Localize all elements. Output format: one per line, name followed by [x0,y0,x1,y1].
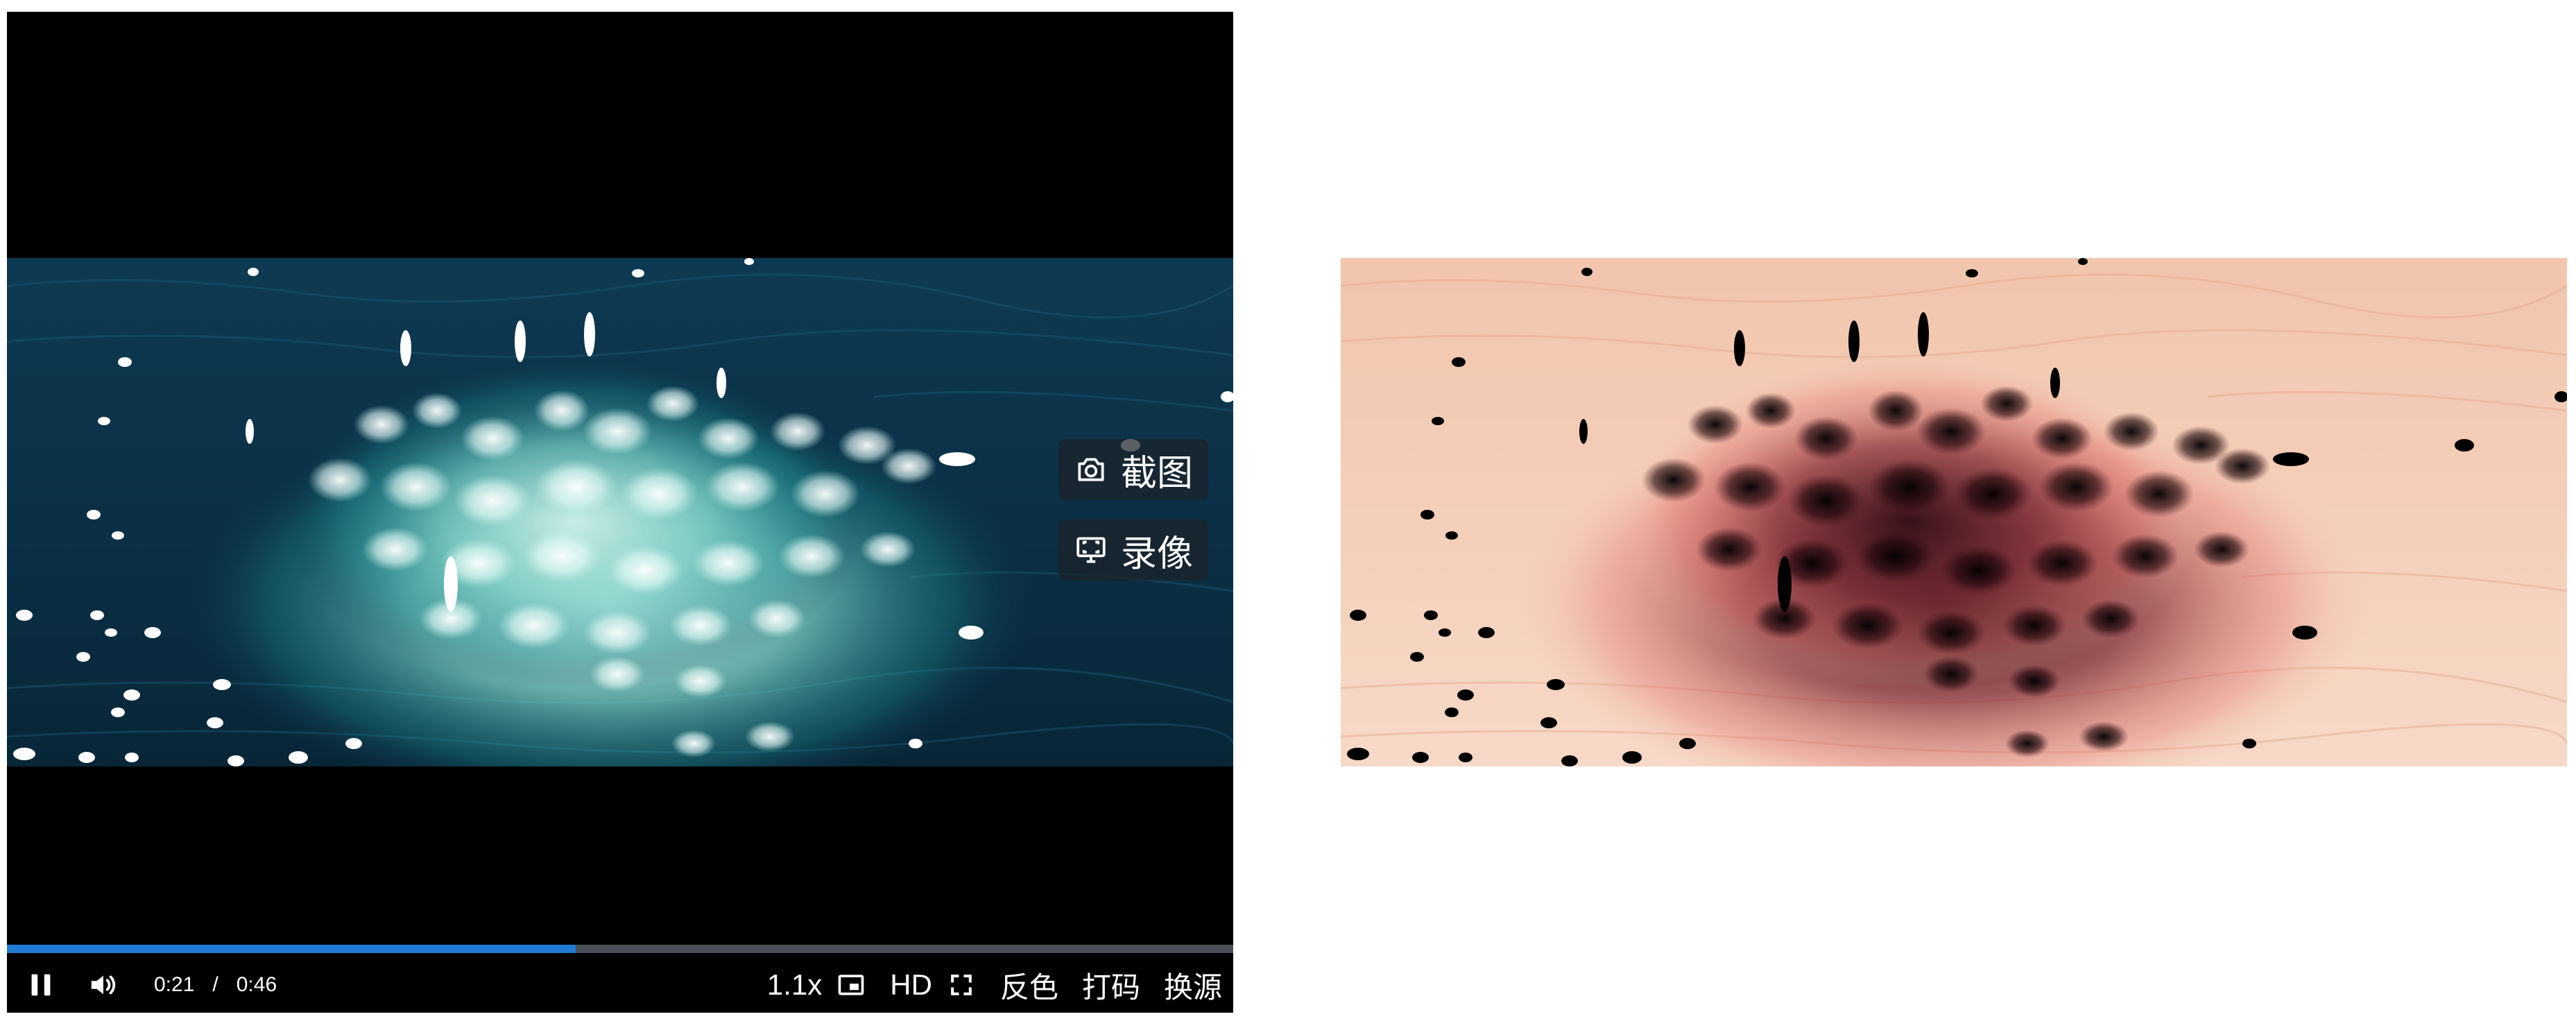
progress-bar[interactable] [7,945,1233,953]
inverted-video-image [1341,258,2567,766]
fullscreen-icon[interactable] [946,970,977,1000]
progress-fill [7,945,576,953]
volume-icon[interactable] [87,969,119,1001]
picture-in-picture-icon[interactable] [836,970,866,1000]
screenshot-label: 截图 [1120,453,1193,494]
watermark-button[interactable]: 打码 [1082,964,1140,1006]
current-time: 0:21 [154,973,195,996]
control-bar: 0:21 / 0:46 1.1x HD 反色 打码 换源 [7,963,1233,1006]
video-image [7,258,1233,766]
inverted-video-preview [1341,258,2567,766]
control-bar-left: 0:21 / 0:46 [7,969,277,1001]
record-label: 录像 [1120,533,1193,574]
page: 截图 录像 0:21 / 0:46 1.1x HD 反色 打码 换源 [0,0,2576,1021]
playback-speed-button[interactable]: 1.1x [767,968,822,1002]
switch-source-button[interactable]: 换源 [1164,964,1222,1006]
quality-button[interactable]: HD [890,968,932,1002]
camera-icon [1074,452,1108,487]
screenshot-button[interactable]: 截图 [1058,439,1208,500]
video-player[interactable]: 截图 录像 0:21 / 0:46 1.1x HD 反色 打码 换源 [7,12,1233,1013]
time-separator: / [212,973,218,996]
duration: 0:46 [236,973,277,996]
pause-icon[interactable] [25,969,57,1001]
monitor-record-icon [1074,533,1108,567]
video-frame[interactable] [7,258,1233,766]
invert-color-button[interactable]: 反色 [1000,964,1058,1006]
control-bar-right: 1.1x HD 反色 打码 换源 [767,964,1233,1006]
side-actions: 截图 录像 [1058,439,1208,581]
record-button[interactable]: 录像 [1058,520,1208,581]
